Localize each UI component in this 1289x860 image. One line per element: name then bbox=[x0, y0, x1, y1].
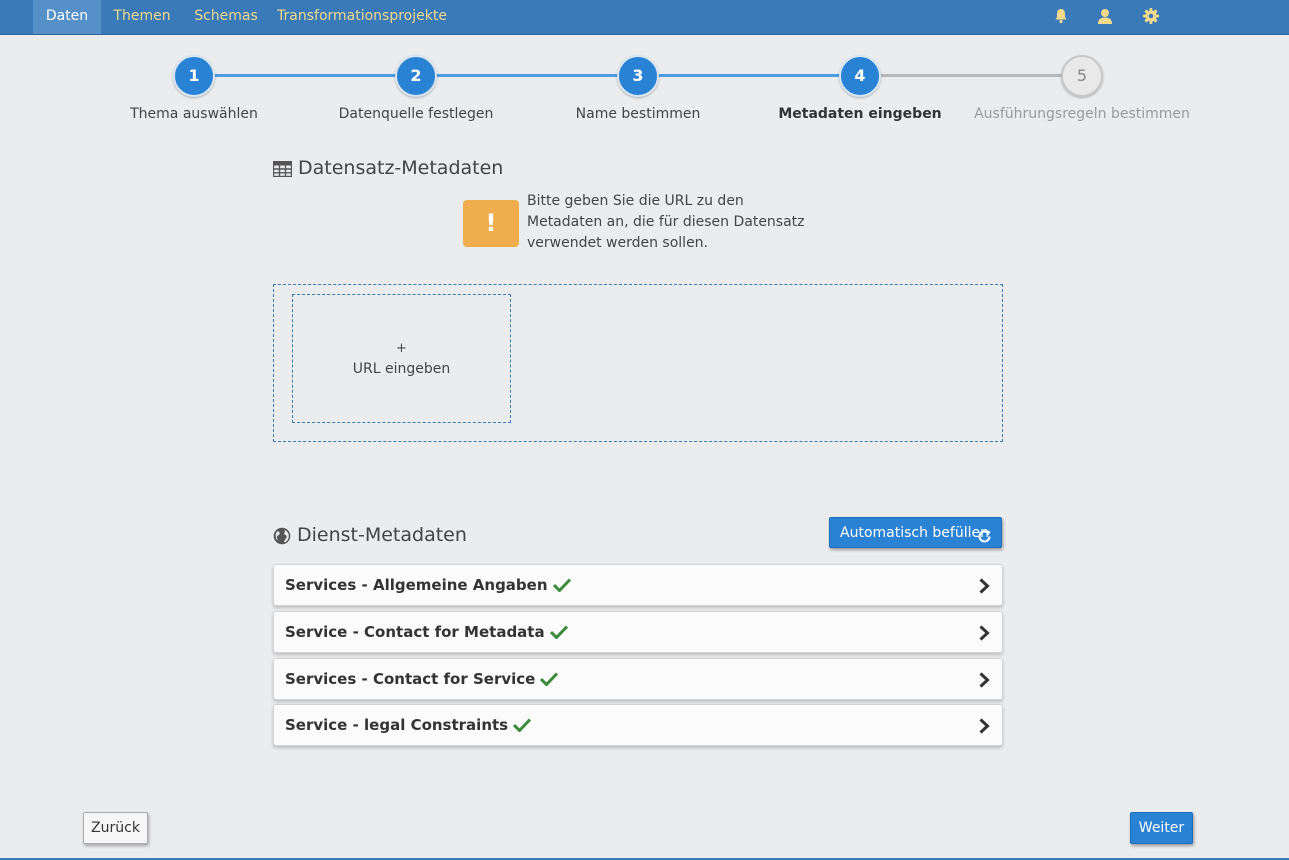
warning-text: Bitte geben Sie die URL zu den Metadaten… bbox=[527, 193, 805, 251]
chevron-right-icon bbox=[978, 578, 990, 598]
step-3-circle[interactable]: 3 bbox=[617, 55, 659, 97]
panel-title: Services - Allgemeine Angaben bbox=[285, 576, 548, 594]
chevron-right-icon bbox=[978, 625, 990, 645]
panel-title: Services - Contact for Service bbox=[285, 670, 536, 688]
panel-services-allgemeine-angaben[interactable]: Services - Allgemeine Angaben bbox=[273, 564, 1003, 606]
autofill-button[interactable]: Automatisch befüllen bbox=[829, 517, 1002, 548]
step-2-label: Datenquelle festlegen bbox=[338, 106, 494, 122]
stepper-remaining-line bbox=[860, 74, 1082, 77]
refresh-icon bbox=[977, 525, 992, 555]
step-1-label: Thema auswählen bbox=[130, 106, 258, 122]
step-5-circle: 5 bbox=[1061, 55, 1103, 97]
step-3-label: Name bestimmen bbox=[575, 106, 701, 122]
globe-icon bbox=[273, 527, 291, 549]
back-button[interactable]: Zurück bbox=[83, 812, 148, 844]
user-icon[interactable] bbox=[1096, 7, 1114, 25]
nav-themen[interactable]: Themen bbox=[106, 0, 178, 34]
step-5-label: Ausführungsregeln bestimmen bbox=[974, 106, 1190, 122]
check-icon bbox=[549, 624, 568, 643]
chevron-right-icon bbox=[978, 718, 990, 738]
warning-badge: ! bbox=[463, 200, 519, 247]
add-url-tile[interactable]: + URL eingeben bbox=[292, 294, 511, 423]
check-icon bbox=[513, 717, 532, 736]
panel-service-contact-for-metadata[interactable]: Service - Contact for Metadata bbox=[273, 611, 1003, 653]
panel-services-contact-for-service[interactable]: Services - Contact for Service bbox=[273, 658, 1003, 700]
table-icon bbox=[272, 160, 293, 181]
autofill-label: Automatisch befüllen bbox=[840, 525, 989, 541]
nav-daten[interactable]: Daten bbox=[33, 0, 101, 34]
nav-transformationsprojekte[interactable]: Transformationsprojekte bbox=[277, 0, 447, 34]
bell-icon[interactable] bbox=[1052, 7, 1070, 25]
step-4-label: Metadaten eingeben bbox=[778, 106, 942, 122]
step-2-circle[interactable]: 2 bbox=[395, 55, 437, 97]
chevron-right-icon bbox=[978, 672, 990, 692]
next-button[interactable]: Weiter bbox=[1130, 812, 1193, 844]
nav-schemas[interactable]: Schemas bbox=[188, 0, 264, 34]
check-icon bbox=[552, 577, 571, 596]
dataset-metadata-title: Datensatz-Metadaten bbox=[298, 157, 504, 179]
panel-title: Service - Contact for Metadata bbox=[285, 623, 545, 641]
service-metadata-title: Dienst-Metadaten bbox=[297, 524, 467, 546]
gear-icon[interactable] bbox=[1142, 7, 1160, 25]
top-navbar: Daten Themen Schemas Transformationsproj… bbox=[0, 0, 1289, 35]
plus-icon: + bbox=[396, 341, 407, 356]
step-4-circle[interactable]: 4 bbox=[839, 55, 881, 97]
step-1-circle[interactable]: 1 bbox=[173, 55, 215, 97]
panel-title: Service - legal Constraints bbox=[285, 716, 509, 734]
check-icon bbox=[540, 671, 559, 690]
stepper-progress-line bbox=[194, 74, 860, 77]
panel-service-legal-constraints[interactable]: Service - legal Constraints bbox=[273, 704, 1003, 746]
add-url-label: URL eingeben bbox=[352, 361, 451, 377]
